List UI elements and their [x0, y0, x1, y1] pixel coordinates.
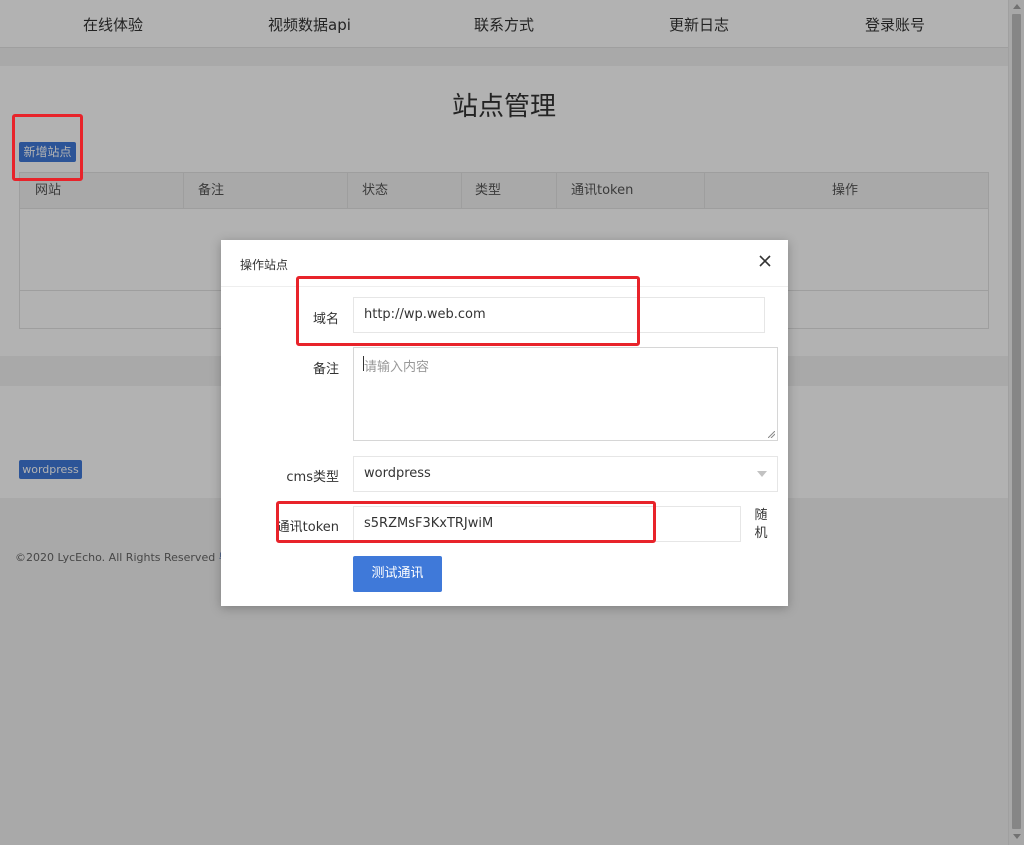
remark-label: 备注	[312, 362, 339, 377]
cms-type-select[interactable]: wordpress	[353, 456, 778, 492]
annotation-box-add-site	[12, 114, 83, 181]
remark-textarea[interactable]: 请输入内容	[353, 347, 778, 441]
dialog-title: 操作站点	[240, 258, 289, 272]
chevron-down-icon[interactable]	[757, 471, 767, 477]
annotation-box-token	[276, 501, 656, 543]
resize-grip-icon[interactable]	[768, 431, 775, 438]
cms-type-label: cms类型	[286, 470, 339, 485]
annotation-box-domain	[296, 276, 640, 346]
test-connection-button[interactable]: 测试通讯	[353, 556, 442, 592]
random-token-button[interactable]: 随机	[751, 507, 771, 543]
close-icon[interactable]	[757, 253, 773, 269]
remark-placeholder: 请输入内容	[364, 360, 430, 375]
